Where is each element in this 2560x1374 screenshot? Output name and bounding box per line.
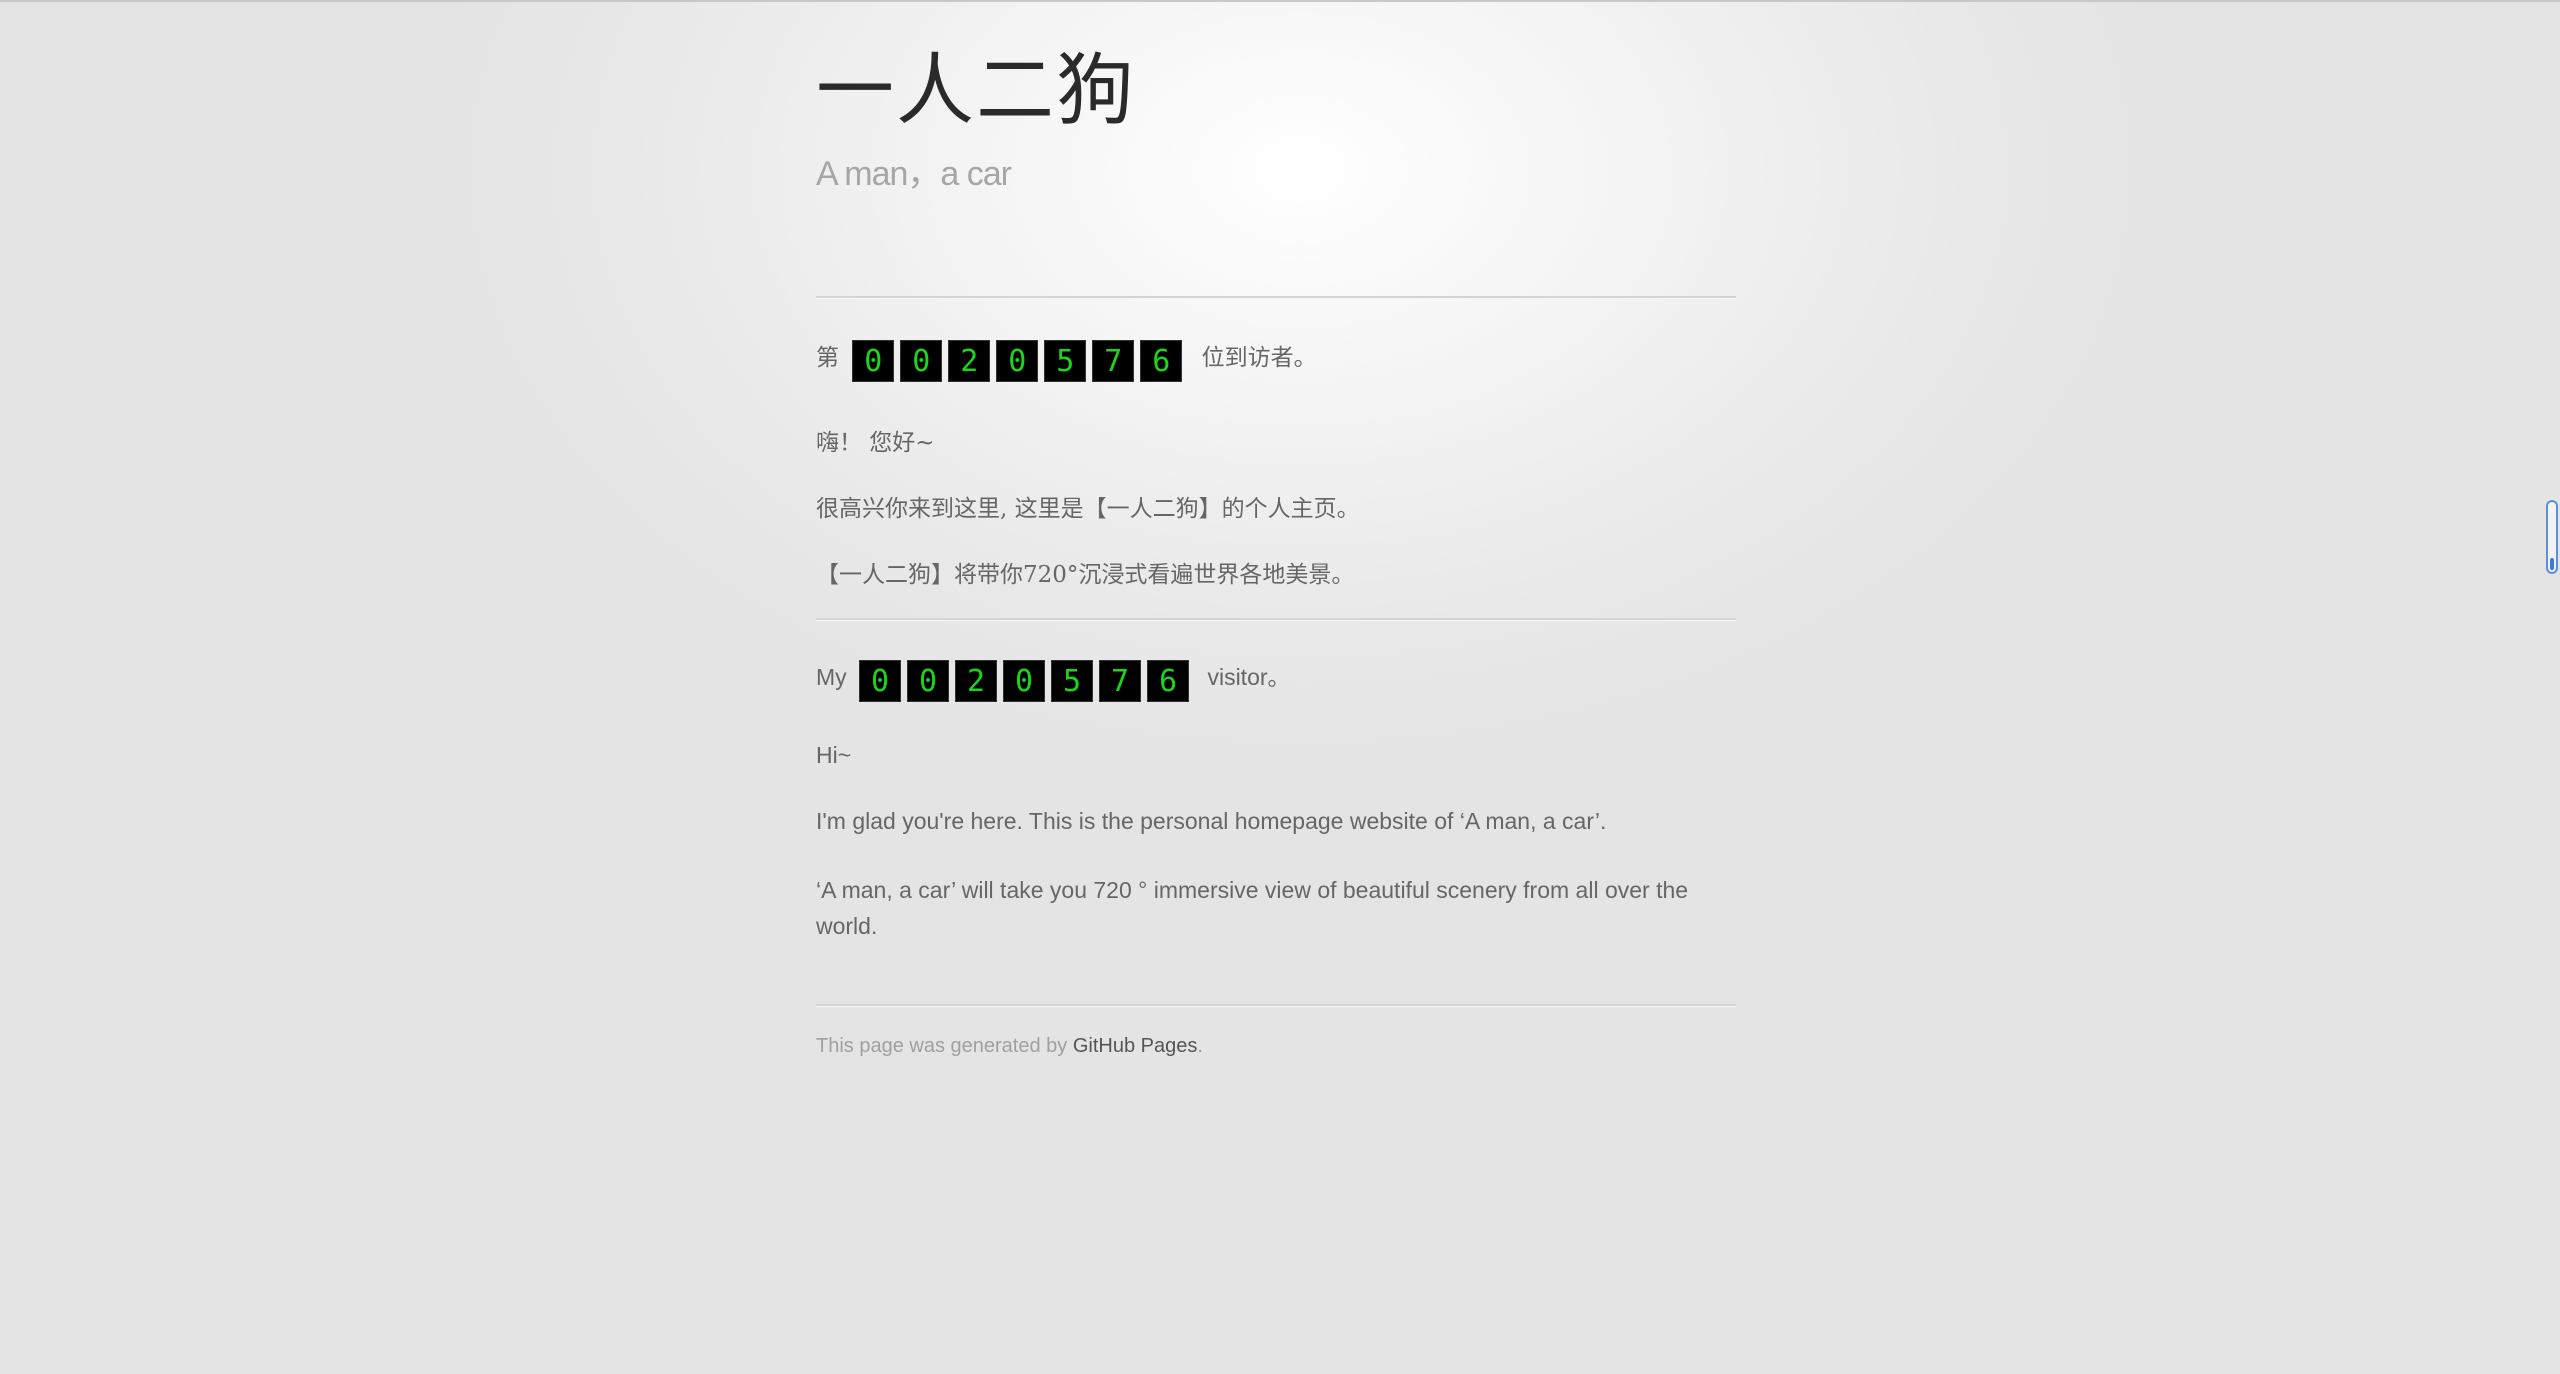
footer-suffix: . xyxy=(1197,1035,1203,1057)
site-tagline: A man，a car xyxy=(816,155,1012,193)
zh-visitor-line: 第 0020576 位到访者。 xyxy=(816,338,1317,382)
en-visitor-line: My 0020576 visitor。 xyxy=(816,658,1291,702)
counter-digit: 5 xyxy=(1044,340,1087,382)
site-title: 一人二狗 xyxy=(816,46,1137,136)
counter-digit: 7 xyxy=(1092,340,1135,382)
en-visitor-prefix: My xyxy=(816,664,847,690)
en-intro: I'm glad you're here. This is the person… xyxy=(816,808,1607,834)
en-description: ‘A man, a car’ will take you 720 ° immer… xyxy=(816,877,1689,939)
counter-digit: 0 xyxy=(907,660,950,702)
footer: This page was generated by GitHub Pages. xyxy=(816,1035,1203,1058)
zh-visitor-suffix: 位到访者。 xyxy=(1201,345,1317,371)
counter-digit: 0 xyxy=(852,340,895,382)
zh-visitor-prefix: 第 xyxy=(816,345,839,371)
counter-digit: 6 xyxy=(1140,340,1183,382)
visitor-counter: 0020576 xyxy=(859,660,1195,702)
counter-digit: 7 xyxy=(1099,660,1142,702)
counter-digit: 0 xyxy=(996,340,1039,382)
en-visitor-suffix: visitor。 xyxy=(1207,664,1291,690)
en-greeting: Hi~ xyxy=(816,742,852,768)
zh-description: 【一人二狗】将带你720°沉浸式看遍世界各地美景。 xyxy=(816,562,1355,588)
counter-digit: 0 xyxy=(859,660,902,702)
zh-greeting: 嗨！ 您好~ xyxy=(816,430,935,456)
counter-digit: 0 xyxy=(1003,660,1046,702)
counter-digit: 0 xyxy=(900,340,943,382)
header-divider xyxy=(816,296,1736,299)
counter-digit: 6 xyxy=(1147,660,1190,702)
footer-divider xyxy=(816,1004,1736,1007)
section-divider xyxy=(816,618,1736,621)
footer-prefix: This page was generated by xyxy=(816,1035,1068,1057)
github-pages-link[interactable]: GitHub Pages xyxy=(1073,1035,1198,1057)
counter-digit: 2 xyxy=(955,660,998,702)
visitor-counter: 0020576 xyxy=(852,340,1188,382)
zh-intro: 很高兴你来到这里, 这里是【一人二狗】的个人主页。 xyxy=(816,496,1360,522)
counter-digit: 2 xyxy=(948,340,991,382)
counter-digit: 5 xyxy=(1051,660,1094,702)
scrollbar[interactable] xyxy=(2546,500,2558,574)
